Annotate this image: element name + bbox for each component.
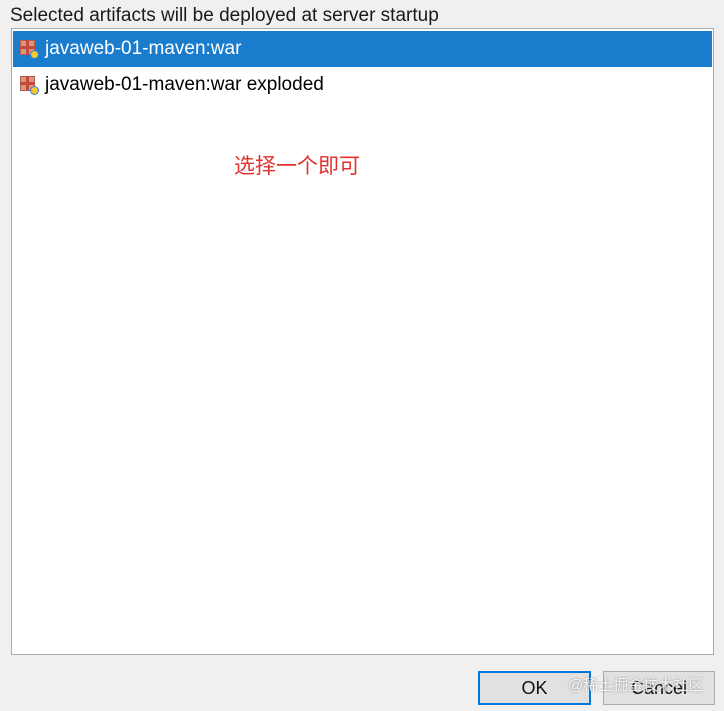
dialog-header-label: Selected artifacts will be deployed at s… (10, 5, 439, 26)
list-item-war[interactable]: javaweb-01-maven:war (13, 31, 712, 67)
war-exploded-artifact-icon (19, 75, 39, 95)
deployment-artifacts-dialog: Selected artifacts will be deployed at s… (0, 0, 724, 711)
list-item-war-exploded[interactable]: javaweb-01-maven:war exploded (13, 67, 712, 103)
cancel-button[interactable]: Cancel (603, 671, 715, 705)
war-artifact-icon (19, 39, 39, 59)
list-item-label: javaweb-01-maven:war exploded (45, 74, 324, 95)
annotation-text: 选择一个即可 (234, 155, 360, 178)
ok-button[interactable]: OK (478, 671, 591, 705)
artifact-list[interactable]: javaweb-01-maven:war javaweb-01-maven:wa… (11, 28, 714, 655)
list-item-label: javaweb-01-maven:war (45, 38, 242, 59)
